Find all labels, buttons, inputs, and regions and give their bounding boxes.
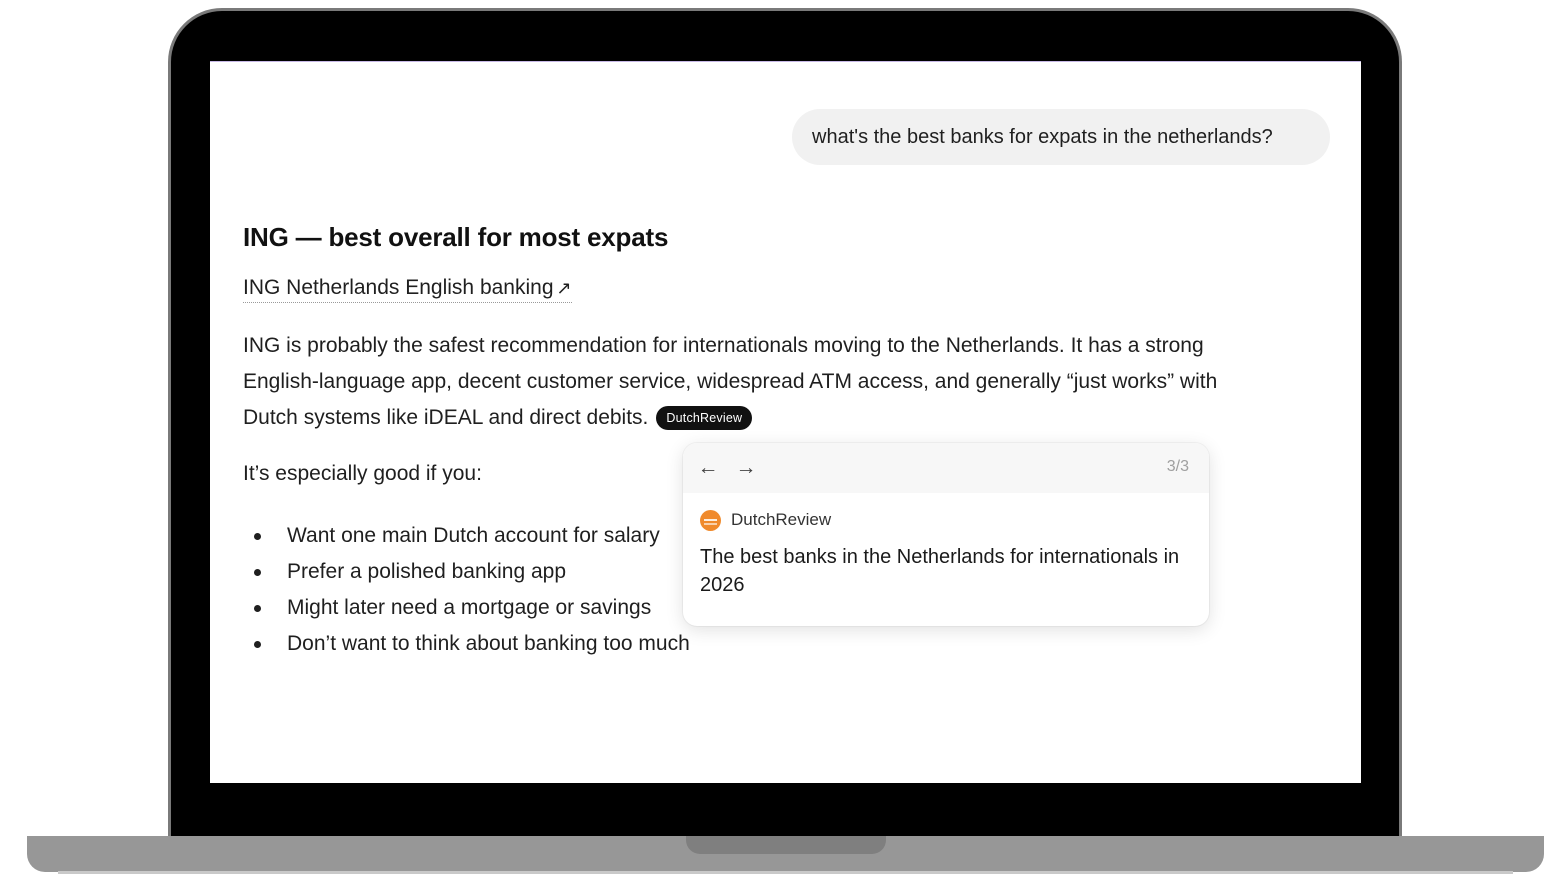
source-link-label: ING Netherlands English banking <box>243 276 554 299</box>
benefits-list: Want one main Dutch account for salary P… <box>243 518 690 662</box>
popover-article-title[interactable]: The best banks in the Netherlands for in… <box>700 543 1192 599</box>
popover-source-name: DutchReview <box>731 510 832 529</box>
paragraph-line: ING is probably the safest recommendatio… <box>243 334 1204 357</box>
bullet-dot <box>254 605 261 612</box>
list-item-text: Want one main Dutch account for salary <box>287 524 660 547</box>
popover-pager: 3/3 <box>1166 458 1189 475</box>
chat-screen: what's the best banks for expats in the … <box>210 61 1361 783</box>
popover-body[interactable]: DutchReview The best banks in the Nether… <box>683 493 1209 599</box>
list-item: Might later need a mortgage or savings <box>243 590 690 626</box>
list-item: Prefer a polished banking app <box>243 554 690 590</box>
bullet-dot <box>254 533 261 540</box>
citation-popover: ← → 3/3 DutchReview The best banks in th… <box>683 443 1209 626</box>
list-intro: It’s especially good if you: <box>243 462 482 485</box>
list-item-text: Might later need a mortgage or savings <box>287 596 652 619</box>
answer-heading: ING — best overall for most expats <box>243 222 669 252</box>
popover-source-row: DutchReview <box>700 509 1192 531</box>
paragraph-line: Dutch systems like iDEAL and direct debi… <box>243 406 649 429</box>
bullet-dot <box>254 569 261 576</box>
arrow-right-icon[interactable]: → <box>733 455 759 481</box>
citation-chip[interactable]: DutchReview <box>656 406 753 430</box>
list-item-text: Don’t want to think about banking too mu… <box>287 632 690 655</box>
list-item-text: Prefer a polished banking app <box>287 560 567 583</box>
external-arrow-icon: ↗ <box>556 278 572 298</box>
list-item: Don’t want to think about banking too mu… <box>243 626 690 662</box>
paragraph-line: English-language app, decent customer se… <box>243 370 1218 393</box>
popover-header: ← → 3/3 <box>683 443 1209 493</box>
arrow-left-icon[interactable]: ← <box>695 455 721 481</box>
bullet-dot <box>254 641 261 648</box>
source-link[interactable]: ING Netherlands English banking ↗ <box>243 276 572 303</box>
answer-paragraph: ING is probably the safest recommendatio… <box>243 328 1323 436</box>
list-item: Want one main Dutch account for salary <box>243 518 690 554</box>
user-message-bubble: what's the best banks for expats in the … <box>792 109 1330 165</box>
laptop-notch <box>686 836 886 854</box>
dutchreview-favicon-icon <box>700 509 721 531</box>
